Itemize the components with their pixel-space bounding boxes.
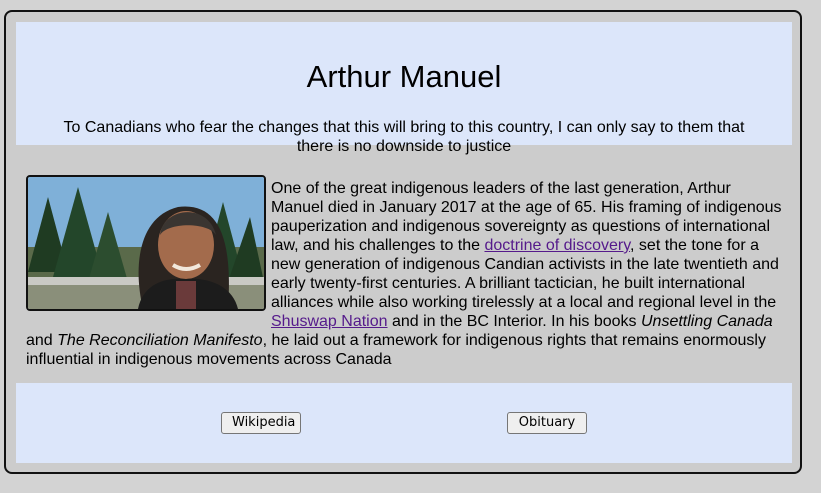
obituary-button[interactable]: Obituary	[507, 412, 587, 434]
bio-section: One of the great indigenous leaders of t…	[26, 175, 786, 369]
page-title: Arthur Manuel	[306, 59, 502, 94]
wikipedia-button[interactable]: Wikipedia	[221, 412, 301, 434]
shuswap-nation-link[interactable]: Shuswap Nation	[271, 313, 388, 330]
portrait-image	[28, 177, 264, 309]
doctrine-of-discovery-link[interactable]: doctrine of discovery	[484, 237, 630, 254]
footer-panel: Wikipedia Obituary	[16, 383, 792, 463]
quote-text: To Canadians who fear the changes that t…	[63, 119, 745, 155]
header-panel: Arthur Manuel To Canadians who fear the …	[16, 22, 792, 155]
bio-text-4: and	[26, 332, 58, 349]
profile-card: Arthur Manuel To Canadians who fear the …	[4, 10, 802, 474]
portrait-photo	[26, 175, 266, 311]
bio-text-3: and in the BC Interior. In his books	[387, 313, 641, 330]
book-title-reconciliation-manifesto: The Reconciliation Manifesto	[57, 332, 263, 349]
book-title-unsettling-canada: Unsettling Canada	[641, 313, 773, 330]
